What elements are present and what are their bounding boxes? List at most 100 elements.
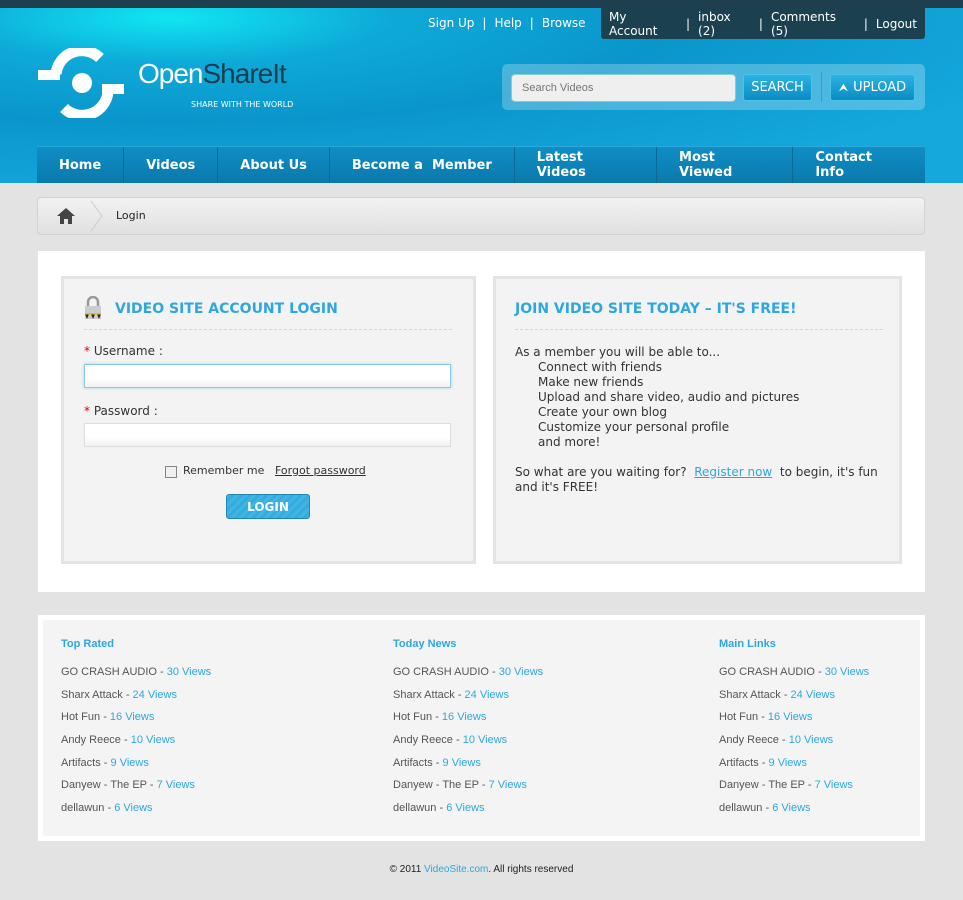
footer-list-item[interactable]: GO CRASH AUDIO - 30 Views: [61, 666, 211, 689]
item-name[interactable]: Sharx Attack: [393, 689, 455, 701]
item-views[interactable]: 10 Views: [463, 734, 507, 746]
footer-list-item[interactable]: Danyew - The EP - 7 Views: [61, 779, 211, 802]
item-name[interactable]: Artifacts: [393, 757, 433, 769]
item-name[interactable]: GO CRASH AUDIO: [393, 666, 489, 678]
nav-contact-info[interactable]: Contact Info: [793, 147, 925, 183]
nav-become-member[interactable]: Become a Member: [330, 147, 515, 183]
footer-list-item[interactable]: Danyew - The EP - 7 Views: [393, 779, 543, 802]
remember-me-label[interactable]: Remember me: [183, 464, 264, 477]
nav-most-viewed[interactable]: Most Viewed: [657, 147, 794, 183]
footer-list-item[interactable]: Hot Fun - 16 Views: [719, 711, 869, 734]
item-name[interactable]: Andy Reece: [393, 734, 453, 746]
footer-list-item[interactable]: Sharx Attack - 24 Views: [393, 689, 543, 712]
item-views[interactable]: 7 Views: [489, 779, 527, 791]
item-views[interactable]: 6 Views: [114, 802, 152, 814]
site-link[interactable]: VideoSite.com: [424, 864, 488, 875]
footer-list-item[interactable]: Sharx Attack - 24 Views: [61, 689, 211, 712]
password-field[interactable]: [84, 423, 451, 447]
remember-me-checkbox[interactable]: [165, 466, 177, 478]
logo-icon[interactable]: [38, 48, 126, 118]
footer-list-item[interactable]: Andy Reece - 10 Views: [393, 734, 543, 757]
item-views[interactable]: 30 Views: [499, 666, 543, 678]
cta-text: So what are you waiting for?: [515, 465, 687, 479]
search-input[interactable]: [511, 74, 736, 102]
login-box: VIDEO SITE ACCOUNT LOGIN * Username : * …: [61, 276, 476, 564]
upload-button[interactable]: ⮝ UPLOAD: [830, 74, 915, 101]
footer-list-item[interactable]: dellawun - 6 Views: [61, 802, 211, 825]
item-views[interactable]: 6 Views: [772, 802, 810, 814]
footer-list-item[interactable]: GO CRASH AUDIO - 30 Views: [393, 666, 543, 689]
login-title: VIDEO SITE ACCOUNT LOGIN: [115, 301, 338, 317]
item-name[interactable]: Sharx Attack: [719, 689, 781, 701]
footer-list-item[interactable]: Sharx Attack - 24 Views: [719, 689, 869, 712]
footer-list-item[interactable]: Hot Fun - 16 Views: [393, 711, 543, 734]
item-views[interactable]: 7 Views: [815, 779, 853, 791]
footer-list-item[interactable]: Andy Reece - 10 Views: [61, 734, 211, 757]
item-name[interactable]: Artifacts: [61, 757, 101, 769]
main-nav: Home Videos About Us Become a Member Lat…: [37, 146, 925, 183]
help-link[interactable]: Help: [486, 16, 529, 30]
item-views[interactable]: 16 Views: [110, 711, 154, 723]
item-views[interactable]: 9 Views: [111, 757, 149, 769]
footer-list-item[interactable]: Artifacts - 9 Views: [393, 757, 543, 780]
upload-arrow-icon: ⮝: [838, 80, 849, 94]
item-views[interactable]: 24 Views: [465, 689, 509, 701]
footer-list-item[interactable]: Artifacts - 9 Views: [61, 757, 211, 780]
item-name[interactable]: dellawun: [719, 802, 762, 814]
join-title: JOIN VIDEO SITE TODAY – IT'S FREE!: [515, 301, 797, 317]
item-name[interactable]: Hot Fun: [393, 711, 432, 723]
logo-text[interactable]: OpenShareIt: [138, 58, 287, 90]
nav-videos[interactable]: Videos: [124, 147, 219, 183]
browse-link[interactable]: Browse: [534, 16, 594, 30]
item-views[interactable]: 16 Views: [768, 711, 812, 723]
item-views[interactable]: 10 Views: [131, 734, 175, 746]
nav-home[interactable]: Home: [37, 147, 125, 183]
footer-column-top-rated: Top Rated GO CRASH AUDIO - 30 Views Sharx …: [61, 638, 211, 825]
nav-latest-videos[interactable]: Latest Videos: [515, 147, 658, 183]
my-account-link[interactable]: My Account: [601, 10, 686, 38]
item-views[interactable]: 24 Views: [791, 689, 835, 701]
footer-list-item[interactable]: Danyew - The EP - 7 Views: [719, 779, 869, 802]
item-name[interactable]: Danyew - The EP: [61, 779, 147, 791]
footer-list-item[interactable]: Artifacts - 9 Views: [719, 757, 869, 780]
footer-list-item[interactable]: GO CRASH AUDIO - 30 Views: [719, 666, 869, 689]
item-name[interactable]: Sharx Attack: [61, 689, 123, 701]
item-views[interactable]: 9 Views: [769, 757, 807, 769]
inbox-link[interactable]: inbox (2): [690, 10, 759, 38]
username-field[interactable]: [84, 364, 451, 388]
logout-link[interactable]: Logout: [868, 17, 925, 31]
item-views[interactable]: 7 Views: [157, 779, 195, 791]
item-views[interactable]: 24 Views: [133, 689, 177, 701]
item-views[interactable]: 10 Views: [789, 734, 833, 746]
footer-list-item[interactable]: dellawun - 6 Views: [393, 802, 543, 825]
item-name[interactable]: GO CRASH AUDIO: [719, 666, 815, 678]
item-name[interactable]: Danyew - The EP: [393, 779, 479, 791]
register-now-link[interactable]: Register now: [694, 465, 772, 479]
item-name[interactable]: Andy Reece: [719, 734, 779, 746]
join-cta: So what are you waiting for? Register no…: [515, 465, 890, 495]
item-name[interactable]: dellawun: [61, 802, 104, 814]
nav-about-us[interactable]: About Us: [218, 147, 330, 183]
item-views[interactable]: 6 Views: [446, 802, 484, 814]
login-button[interactable]: LOGIN: [226, 494, 310, 519]
item-name[interactable]: Artifacts: [719, 757, 759, 769]
footer-list-item[interactable]: Andy Reece - 10 Views: [719, 734, 869, 757]
benefit-item: Connect with friends: [538, 360, 663, 374]
item-name[interactable]: dellawun: [393, 802, 436, 814]
sign-up-link[interactable]: Sign Up: [420, 16, 482, 30]
home-icon[interactable]: [56, 207, 76, 225]
item-views[interactable]: 16 Views: [442, 711, 486, 723]
item-name[interactable]: Hot Fun: [719, 711, 758, 723]
item-name[interactable]: Hot Fun: [61, 711, 100, 723]
item-name[interactable]: Danyew - The EP: [719, 779, 805, 791]
comments-link[interactable]: Comments (5): [763, 10, 864, 38]
search-button[interactable]: SEARCH: [743, 74, 812, 101]
footer-list-item[interactable]: Hot Fun - 16 Views: [61, 711, 211, 734]
item-views[interactable]: 9 Views: [443, 757, 481, 769]
item-name[interactable]: Andy Reece: [61, 734, 121, 746]
item-name[interactable]: GO CRASH AUDIO: [61, 666, 157, 678]
item-views[interactable]: 30 Views: [167, 666, 211, 678]
item-views[interactable]: 30 Views: [825, 666, 869, 678]
forgot-password-link[interactable]: Forgot password: [275, 464, 366, 477]
footer-list-item[interactable]: dellawun - 6 Views: [719, 802, 869, 825]
